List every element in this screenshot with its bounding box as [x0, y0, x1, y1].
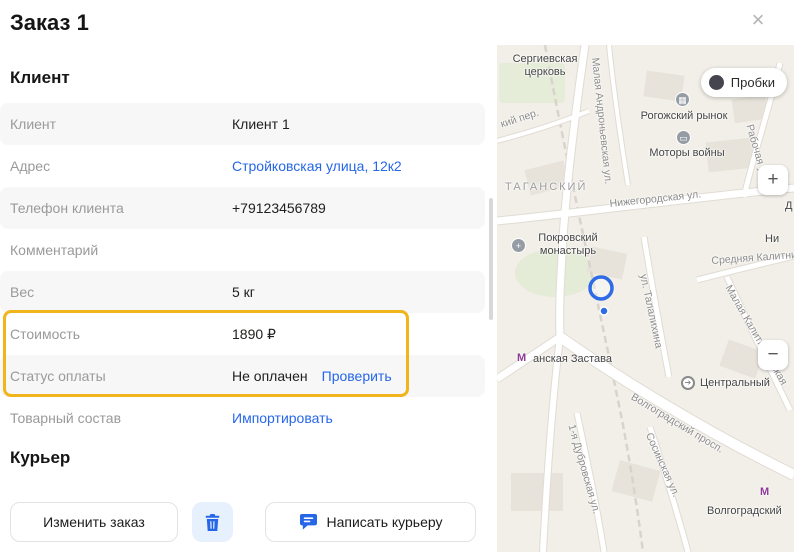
row-value: 5 кг	[232, 284, 255, 300]
row-value: +79123456789	[232, 200, 326, 216]
table-row-phone: Телефон клиента +79123456789	[0, 187, 485, 229]
metro-icon: М	[517, 352, 526, 364]
map-label-monastery: Покровский монастырь	[529, 232, 607, 257]
zoom-out-button[interactable]: −	[758, 340, 788, 370]
row-label: Стоимость	[0, 326, 232, 342]
map-label-district: ТАГАНСКИЙ	[505, 181, 587, 194]
courier-section-heading: Курьер	[10, 448, 70, 468]
church-icon: +	[511, 238, 526, 253]
traffic-icon	[709, 75, 724, 90]
map-label-metro-station: Волгоградский	[707, 505, 782, 518]
payment-status-value: Не оплачен	[232, 368, 308, 384]
map-label-mcd-station: Центральный	[700, 377, 770, 390]
map-label-church: Сергиевская церковь	[503, 53, 587, 78]
row-label: Адрес	[0, 158, 232, 174]
row-value: 1890 ₽	[232, 326, 276, 343]
import-items-link[interactable]: Импортировать	[232, 410, 333, 426]
map-label-metro-station: анская Застава	[533, 353, 612, 366]
check-payment-link[interactable]: Проверить	[322, 368, 392, 384]
edit-order-label: Изменить заказ	[43, 514, 145, 530]
row-label: Статус оплаты	[0, 368, 232, 384]
row-label: Телефон клиента	[0, 200, 232, 216]
table-row-comment: Комментарий	[0, 229, 485, 271]
message-courier-label: Написать курьеру	[327, 514, 443, 530]
table-row-items: Товарный состав Импортировать	[0, 397, 485, 439]
row-label: Клиент	[0, 116, 232, 132]
zoom-in-button[interactable]: +	[758, 165, 788, 195]
traffic-toggle-button[interactable]: Пробки	[701, 68, 787, 97]
row-label: Вес	[0, 284, 232, 300]
table-row-client: Клиент Клиент 1	[0, 103, 485, 145]
traffic-label: Пробки	[731, 75, 775, 90]
map-label-market: Рогожский рынок	[632, 110, 736, 123]
map-label-museum: Моторы войны	[642, 147, 732, 160]
client-section-heading: Клиент	[10, 68, 70, 88]
message-courier-button[interactable]: Написать курьеру	[265, 502, 476, 542]
table-row-price: Стоимость 1890 ₽	[0, 313, 485, 355]
close-icon[interactable]: ×	[744, 6, 772, 34]
map[interactable]: ▦ ▭ + М М ➔ Сергиевская церковь Рогожски…	[497, 45, 794, 552]
trash-icon	[205, 514, 220, 531]
table-row-address: Адрес Стройковская улица, 12к2	[0, 145, 485, 187]
row-label: Комментарий	[0, 242, 232, 258]
mcd-station-icon: ➔	[681, 376, 695, 390]
panel-scrollbar[interactable]	[489, 198, 493, 320]
table-row-payment-status: Статус оплаты Не оплачен Проверить	[0, 355, 485, 397]
address-link[interactable]: Стройковская улица, 12к2	[232, 158, 402, 174]
map-label-partial: Д	[785, 200, 792, 213]
order-location-pin	[581, 268, 627, 322]
client-details-table: Клиент Клиент 1 Адрес Стройковская улица…	[0, 103, 485, 439]
map-label-partial: Ни	[765, 233, 779, 246]
delete-order-button[interactable]	[192, 502, 233, 542]
table-row-weight: Вес 5 кг	[0, 271, 485, 313]
metro-icon: М	[760, 486, 769, 498]
row-value: Клиент 1	[232, 116, 290, 132]
museum-icon: ▭	[676, 130, 691, 145]
market-icon: ▦	[675, 92, 690, 107]
edit-order-button[interactable]: Изменить заказ	[10, 502, 178, 542]
row-label: Товарный состав	[0, 410, 232, 426]
page-title: Заказ 1	[10, 10, 89, 36]
chat-icon	[299, 513, 318, 531]
